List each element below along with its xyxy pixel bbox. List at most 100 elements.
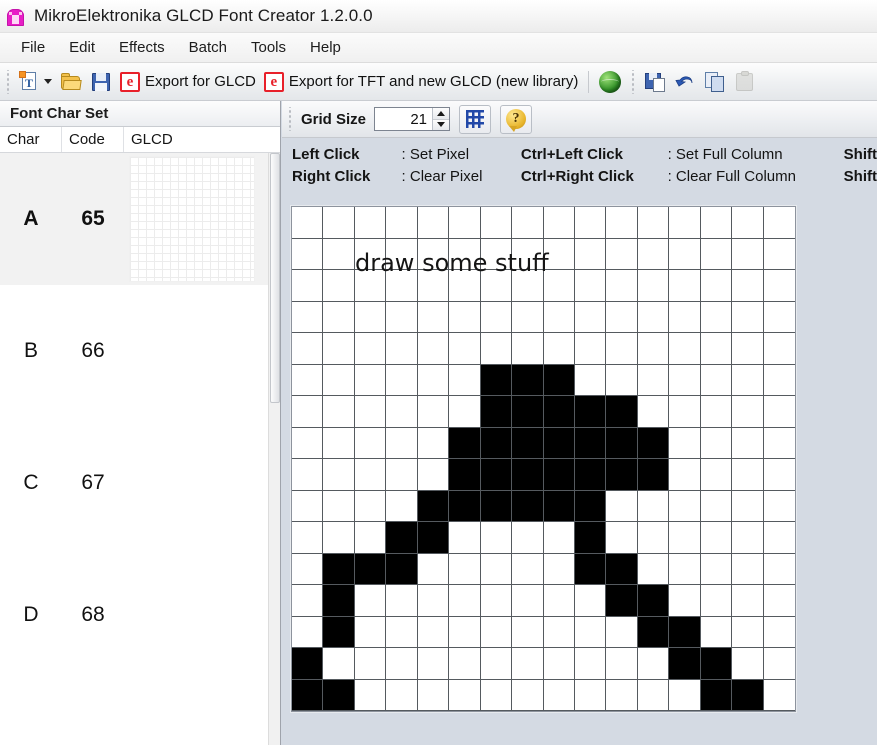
pixel-cell[interactable] bbox=[763, 207, 795, 239]
pixel-cell[interactable] bbox=[292, 427, 324, 459]
pixel-cell[interactable] bbox=[606, 648, 638, 680]
spin-up-button[interactable] bbox=[433, 108, 450, 120]
pixel-cell[interactable] bbox=[292, 522, 324, 554]
pixel-cell[interactable] bbox=[417, 270, 450, 302]
pixel-cell[interactable] bbox=[732, 238, 764, 270]
pixel-cell[interactable] bbox=[386, 301, 418, 333]
pixel-cell[interactable] bbox=[669, 427, 701, 459]
pixel-cell[interactable] bbox=[669, 679, 701, 711]
pixel-cell[interactable] bbox=[449, 679, 481, 711]
pixel-cell[interactable] bbox=[449, 427, 481, 459]
pixel-cell[interactable] bbox=[763, 364, 795, 396]
pixel-cell[interactable] bbox=[323, 207, 355, 239]
pixel-cell[interactable] bbox=[512, 679, 544, 711]
pixel-cell[interactable] bbox=[449, 301, 481, 333]
pixel-cell[interactable] bbox=[386, 553, 418, 585]
pixel-cell[interactable] bbox=[700, 396, 733, 428]
pixel-cell[interactable] bbox=[512, 585, 544, 617]
pixel-cell[interactable] bbox=[700, 585, 733, 617]
pixel-cell[interactable] bbox=[543, 427, 575, 459]
pixel-cell[interactable] bbox=[700, 459, 733, 491]
pixel-cell[interactable] bbox=[606, 333, 638, 365]
pixel-cell[interactable] bbox=[543, 522, 575, 554]
pixel-cell[interactable] bbox=[700, 490, 733, 522]
pixel-cell[interactable] bbox=[669, 553, 701, 585]
pixel-cell[interactable] bbox=[386, 522, 418, 554]
pixel-cell[interactable] bbox=[354, 616, 387, 648]
pixel-cell[interactable] bbox=[606, 553, 638, 585]
pixel-cell[interactable] bbox=[669, 333, 701, 365]
pixel-cell[interactable] bbox=[512, 427, 544, 459]
pixel-cell[interactable] bbox=[637, 522, 670, 554]
pixel-cell[interactable] bbox=[292, 301, 324, 333]
new-font-button[interactable]: T bbox=[15, 67, 56, 97]
pixel-cell[interactable] bbox=[700, 679, 733, 711]
toolbar-grip-2[interactable] bbox=[629, 69, 638, 94]
pixel-cell[interactable] bbox=[763, 427, 795, 459]
menu-item-file[interactable]: File bbox=[10, 36, 56, 59]
pixel-cell[interactable] bbox=[292, 459, 324, 491]
pixel-cell[interactable] bbox=[669, 490, 701, 522]
pixel-cell[interactable] bbox=[763, 648, 795, 680]
pixel-cell[interactable] bbox=[669, 238, 701, 270]
pixel-cell[interactable] bbox=[512, 238, 544, 270]
help-button[interactable]: ? bbox=[500, 104, 533, 134]
pixel-cell[interactable] bbox=[637, 459, 670, 491]
pixel-cell[interactable] bbox=[732, 427, 764, 459]
pixel-cell[interactable] bbox=[417, 616, 450, 648]
pixel-cell[interactable] bbox=[763, 301, 795, 333]
pixel-cell[interactable] bbox=[449, 364, 481, 396]
pixel-cell[interactable] bbox=[543, 364, 575, 396]
pixel-cell[interactable] bbox=[700, 238, 733, 270]
copy-button[interactable] bbox=[700, 67, 730, 97]
pixel-cell[interactable] bbox=[763, 238, 795, 270]
grid-size-spin-buttons[interactable] bbox=[432, 108, 450, 130]
save-button[interactable] bbox=[86, 67, 116, 97]
pixel-cell[interactable] bbox=[292, 648, 324, 680]
chevron-down-icon[interactable] bbox=[44, 79, 52, 84]
pixel-cell[interactable] bbox=[574, 301, 607, 333]
pixel-cell[interactable] bbox=[354, 427, 387, 459]
pixel-cell[interactable] bbox=[386, 207, 418, 239]
pixel-cell[interactable] bbox=[543, 459, 575, 491]
pixel-cell[interactable] bbox=[323, 648, 355, 680]
pixel-cell[interactable] bbox=[449, 553, 481, 585]
pixel-cell[interactable] bbox=[574, 238, 607, 270]
pixel-cell[interactable] bbox=[323, 459, 355, 491]
pixel-cell[interactable] bbox=[417, 238, 450, 270]
export-for-glcd-button[interactable]: e Export for GLCD bbox=[116, 67, 260, 97]
pixel-cell[interactable] bbox=[606, 459, 638, 491]
pixel-cell[interactable] bbox=[354, 585, 387, 617]
pixel-cell[interactable] bbox=[606, 522, 638, 554]
pixel-cell[interactable] bbox=[606, 301, 638, 333]
menu-item-edit[interactable]: Edit bbox=[58, 36, 106, 59]
pixel-cell[interactable] bbox=[637, 270, 670, 302]
menu-item-tools[interactable]: Tools bbox=[240, 36, 297, 59]
pixel-cell[interactable] bbox=[763, 522, 795, 554]
pixel-cell[interactable] bbox=[512, 490, 544, 522]
pixel-cell[interactable] bbox=[574, 648, 607, 680]
pixel-cell[interactable] bbox=[354, 490, 387, 522]
pixel-cell[interactable] bbox=[574, 396, 607, 428]
pixel-cell[interactable] bbox=[417, 585, 450, 617]
pixel-cell[interactable] bbox=[480, 238, 513, 270]
pixel-cell[interactable] bbox=[732, 364, 764, 396]
pixel-cell[interactable] bbox=[323, 270, 355, 302]
pixel-cell[interactable] bbox=[512, 364, 544, 396]
pixel-cell[interactable] bbox=[700, 364, 733, 396]
pixel-cell[interactable] bbox=[480, 522, 513, 554]
save-as-button[interactable] bbox=[640, 67, 670, 97]
pixel-cell[interactable] bbox=[637, 585, 670, 617]
pixel-cell[interactable] bbox=[449, 585, 481, 617]
web-button[interactable] bbox=[595, 67, 625, 97]
pixel-cell[interactable] bbox=[292, 270, 324, 302]
pixel-cell[interactable] bbox=[637, 301, 670, 333]
pixel-cell[interactable] bbox=[480, 207, 513, 239]
menu-item-effects[interactable]: Effects bbox=[108, 36, 176, 59]
pixel-cell[interactable] bbox=[574, 364, 607, 396]
pixel-cell[interactable] bbox=[354, 553, 387, 585]
pixel-cell[interactable] bbox=[574, 207, 607, 239]
pixel-cell[interactable] bbox=[292, 238, 324, 270]
pixel-cell[interactable] bbox=[543, 616, 575, 648]
pixel-cell[interactable] bbox=[354, 270, 387, 302]
